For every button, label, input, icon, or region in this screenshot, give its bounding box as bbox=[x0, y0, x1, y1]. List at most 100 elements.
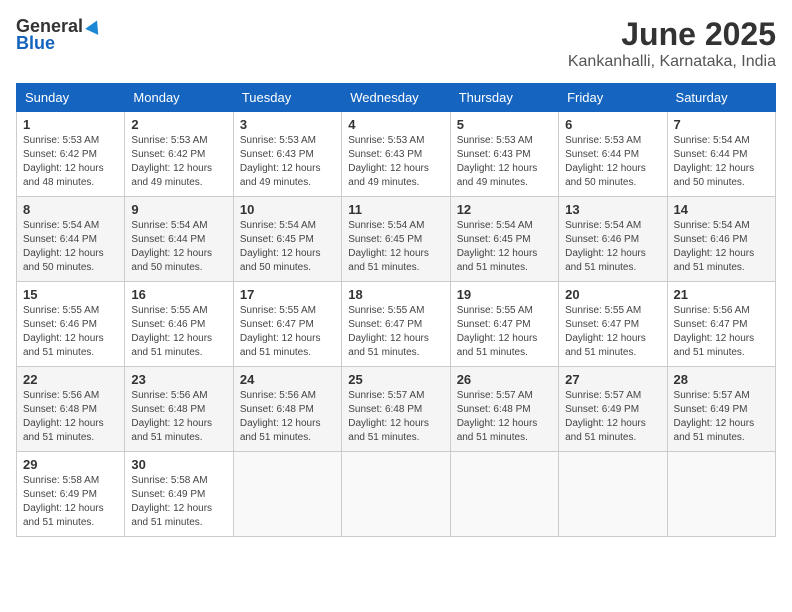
calendar-day-cell: 21 Sunrise: 5:56 AM Sunset: 6:47 PM Dayli… bbox=[667, 282, 775, 367]
day-number: 13 bbox=[565, 202, 660, 217]
location-title: Kankanhalli, Karnataka, India bbox=[568, 53, 776, 71]
day-number: 26 bbox=[457, 372, 552, 387]
day-number: 2 bbox=[131, 117, 226, 132]
day-number: 9 bbox=[131, 202, 226, 217]
calendar-day-cell: 6 Sunrise: 5:53 AM Sunset: 6:44 PM Daylig… bbox=[559, 112, 667, 197]
calendar-day-cell: 2Sunrise: 5:53 AM Sunset: 6:42 PM Daylig… bbox=[125, 112, 233, 197]
day-number: 27 bbox=[565, 372, 660, 387]
calendar-day-cell bbox=[233, 452, 341, 537]
day-number: 4 bbox=[348, 117, 443, 132]
calendar-day-cell: 11Sunrise: 5:54 AM Sunset: 6:45 PM Dayli… bbox=[342, 197, 450, 282]
day-number: 19 bbox=[457, 287, 552, 302]
calendar-day-cell: 30Sunrise: 5:58 AM Sunset: 6:49 PM Dayli… bbox=[125, 452, 233, 537]
day-info: Sunrise: 5:57 AM Sunset: 6:48 PM Dayligh… bbox=[457, 389, 552, 445]
day-number: 25 bbox=[348, 372, 443, 387]
calendar-day-cell: 22Sunrise: 5:56 AM Sunset: 6:48 PM Dayli… bbox=[17, 367, 125, 452]
calendar-day-cell: 12 Sunrise: 5:54 AM Sunset: 6:45 PM Dayli… bbox=[450, 197, 558, 282]
calendar-day-cell: 20 Sunrise: 5:55 AM Sunset: 6:47 PM Dayli… bbox=[559, 282, 667, 367]
calendar-day-cell: 4 Sunrise: 5:53 AM Sunset: 6:43 PM Daylig… bbox=[342, 112, 450, 197]
calendar-day-cell: 29Sunrise: 5:58 AM Sunset: 6:49 PM Dayli… bbox=[17, 452, 125, 537]
calendar-day-cell: 27 Sunrise: 5:57 AM Sunset: 6:49 PM Dayli… bbox=[559, 367, 667, 452]
calendar-day-cell: 3 Sunrise: 5:53 AM Sunset: 6:43 PM Daylig… bbox=[233, 112, 341, 197]
page-header: General Blue June 2025 Kankanhalli, Karn… bbox=[16, 16, 776, 71]
day-number: 3 bbox=[240, 117, 335, 132]
calendar-week-row: 8 Sunrise: 5:54 AM Sunset: 6:44 PM Daylig… bbox=[17, 197, 776, 282]
day-info: Sunrise: 5:56 AM Sunset: 6:48 PM Dayligh… bbox=[131, 389, 226, 445]
day-info: Sunrise: 5:54 AM Sunset: 6:45 PM Dayligh… bbox=[348, 219, 443, 275]
day-info: Sunrise: 5:56 AM Sunset: 6:47 PM Dayligh… bbox=[674, 304, 769, 360]
day-info: Sunrise: 5:54 AM Sunset: 6:45 PM Dayligh… bbox=[240, 219, 335, 275]
day-info: Sunrise: 5:57 AM Sunset: 6:48 PM Dayligh… bbox=[348, 389, 443, 445]
calendar-day-cell: 9 Sunrise: 5:54 AM Sunset: 6:44 PM Daylig… bbox=[125, 197, 233, 282]
title-area: June 2025 Kankanhalli, Karnataka, India bbox=[568, 16, 776, 71]
day-info: Sunrise: 5:54 AM Sunset: 6:44 PM Dayligh… bbox=[131, 219, 226, 275]
day-number: 6 bbox=[565, 117, 660, 132]
calendar-day-cell: 5Sunrise: 5:53 AM Sunset: 6:43 PM Daylig… bbox=[450, 112, 558, 197]
logo-blue-text: Blue bbox=[16, 33, 103, 54]
calendar-day-cell: 13 Sunrise: 5:54 AM Sunset: 6:46 PM Dayli… bbox=[559, 197, 667, 282]
calendar-day-cell: 1Sunrise: 5:53 AM Sunset: 6:42 PM Daylig… bbox=[17, 112, 125, 197]
day-info: Sunrise: 5:55 AM Sunset: 6:47 PM Dayligh… bbox=[348, 304, 443, 360]
day-number: 23 bbox=[131, 372, 226, 387]
weekday-header-tuesday: Tuesday bbox=[233, 84, 341, 112]
day-info: Sunrise: 5:57 AM Sunset: 6:49 PM Dayligh… bbox=[565, 389, 660, 445]
calendar-week-row: 1Sunrise: 5:53 AM Sunset: 6:42 PM Daylig… bbox=[17, 112, 776, 197]
calendar-day-cell: 24 Sunrise: 5:56 AM Sunset: 6:48 PM Dayli… bbox=[233, 367, 341, 452]
day-info: Sunrise: 5:53 AM Sunset: 6:44 PM Dayligh… bbox=[565, 134, 660, 190]
calendar-day-cell: 28 Sunrise: 5:57 AM Sunset: 6:49 PM Dayli… bbox=[667, 367, 775, 452]
day-number: 28 bbox=[674, 372, 769, 387]
calendar-day-cell: 25 Sunrise: 5:57 AM Sunset: 6:48 PM Dayli… bbox=[342, 367, 450, 452]
calendar-day-cell: 17 Sunrise: 5:55 AM Sunset: 6:47 PM Dayli… bbox=[233, 282, 341, 367]
day-info: Sunrise: 5:56 AM Sunset: 6:48 PM Dayligh… bbox=[23, 389, 118, 445]
calendar-day-cell bbox=[667, 452, 775, 537]
calendar-table: SundayMondayTuesdayWednesdayThursdayFrid… bbox=[16, 83, 776, 537]
calendar-day-cell: 16 Sunrise: 5:55 AM Sunset: 6:46 PM Dayli… bbox=[125, 282, 233, 367]
weekday-header-wednesday: Wednesday bbox=[342, 84, 450, 112]
day-number: 30 bbox=[131, 457, 226, 472]
calendar-day-cell: 26 Sunrise: 5:57 AM Sunset: 6:48 PM Dayli… bbox=[450, 367, 558, 452]
calendar-day-cell bbox=[450, 452, 558, 537]
day-number: 18 bbox=[348, 287, 443, 302]
day-number: 20 bbox=[565, 287, 660, 302]
day-number: 16 bbox=[131, 287, 226, 302]
day-info: Sunrise: 5:57 AM Sunset: 6:49 PM Dayligh… bbox=[674, 389, 769, 445]
calendar-day-cell: 7 Sunrise: 5:54 AM Sunset: 6:44 PM Daylig… bbox=[667, 112, 775, 197]
weekday-header-saturday: Saturday bbox=[667, 84, 775, 112]
day-number: 5 bbox=[457, 117, 552, 132]
calendar-week-row: 29Sunrise: 5:58 AM Sunset: 6:49 PM Dayli… bbox=[17, 452, 776, 537]
day-info: Sunrise: 5:53 AM Sunset: 6:43 PM Dayligh… bbox=[348, 134, 443, 190]
weekday-header-thursday: Thursday bbox=[450, 84, 558, 112]
day-info: Sunrise: 5:55 AM Sunset: 6:46 PM Dayligh… bbox=[131, 304, 226, 360]
weekday-header-monday: Monday bbox=[125, 84, 233, 112]
calendar-day-cell: 19 Sunrise: 5:55 AM Sunset: 6:47 PM Dayli… bbox=[450, 282, 558, 367]
day-info: Sunrise: 5:54 AM Sunset: 6:46 PM Dayligh… bbox=[674, 219, 769, 275]
day-info: Sunrise: 5:56 AM Sunset: 6:48 PM Dayligh… bbox=[240, 389, 335, 445]
day-info: Sunrise: 5:55 AM Sunset: 6:47 PM Dayligh… bbox=[240, 304, 335, 360]
day-number: 15 bbox=[23, 287, 118, 302]
day-info: Sunrise: 5:54 AM Sunset: 6:46 PM Dayligh… bbox=[565, 219, 660, 275]
day-number: 12 bbox=[457, 202, 552, 217]
day-number: 1 bbox=[23, 117, 118, 132]
day-number: 8 bbox=[23, 202, 118, 217]
calendar-day-cell: 15Sunrise: 5:55 AM Sunset: 6:46 PM Dayli… bbox=[17, 282, 125, 367]
day-number: 21 bbox=[674, 287, 769, 302]
calendar-day-cell: 10Sunrise: 5:54 AM Sunset: 6:45 PM Dayli… bbox=[233, 197, 341, 282]
day-info: Sunrise: 5:55 AM Sunset: 6:47 PM Dayligh… bbox=[565, 304, 660, 360]
day-info: Sunrise: 5:53 AM Sunset: 6:43 PM Dayligh… bbox=[240, 134, 335, 190]
logo: General Blue bbox=[16, 16, 103, 54]
weekday-header-friday: Friday bbox=[559, 84, 667, 112]
day-number: 24 bbox=[240, 372, 335, 387]
day-info: Sunrise: 5:54 AM Sunset: 6:44 PM Dayligh… bbox=[23, 219, 118, 275]
day-info: Sunrise: 5:54 AM Sunset: 6:44 PM Dayligh… bbox=[674, 134, 769, 190]
day-number: 17 bbox=[240, 287, 335, 302]
day-info: Sunrise: 5:58 AM Sunset: 6:49 PM Dayligh… bbox=[23, 474, 118, 530]
calendar-day-cell: 8 Sunrise: 5:54 AM Sunset: 6:44 PM Daylig… bbox=[17, 197, 125, 282]
day-number: 7 bbox=[674, 117, 769, 132]
month-title: June 2025 bbox=[568, 16, 776, 53]
day-info: Sunrise: 5:54 AM Sunset: 6:45 PM Dayligh… bbox=[457, 219, 552, 275]
day-number: 14 bbox=[674, 202, 769, 217]
calendar-header-row: SundayMondayTuesdayWednesdayThursdayFrid… bbox=[17, 84, 776, 112]
day-info: Sunrise: 5:55 AM Sunset: 6:47 PM Dayligh… bbox=[457, 304, 552, 360]
calendar-day-cell: 23 Sunrise: 5:56 AM Sunset: 6:48 PM Dayli… bbox=[125, 367, 233, 452]
calendar-day-cell bbox=[342, 452, 450, 537]
